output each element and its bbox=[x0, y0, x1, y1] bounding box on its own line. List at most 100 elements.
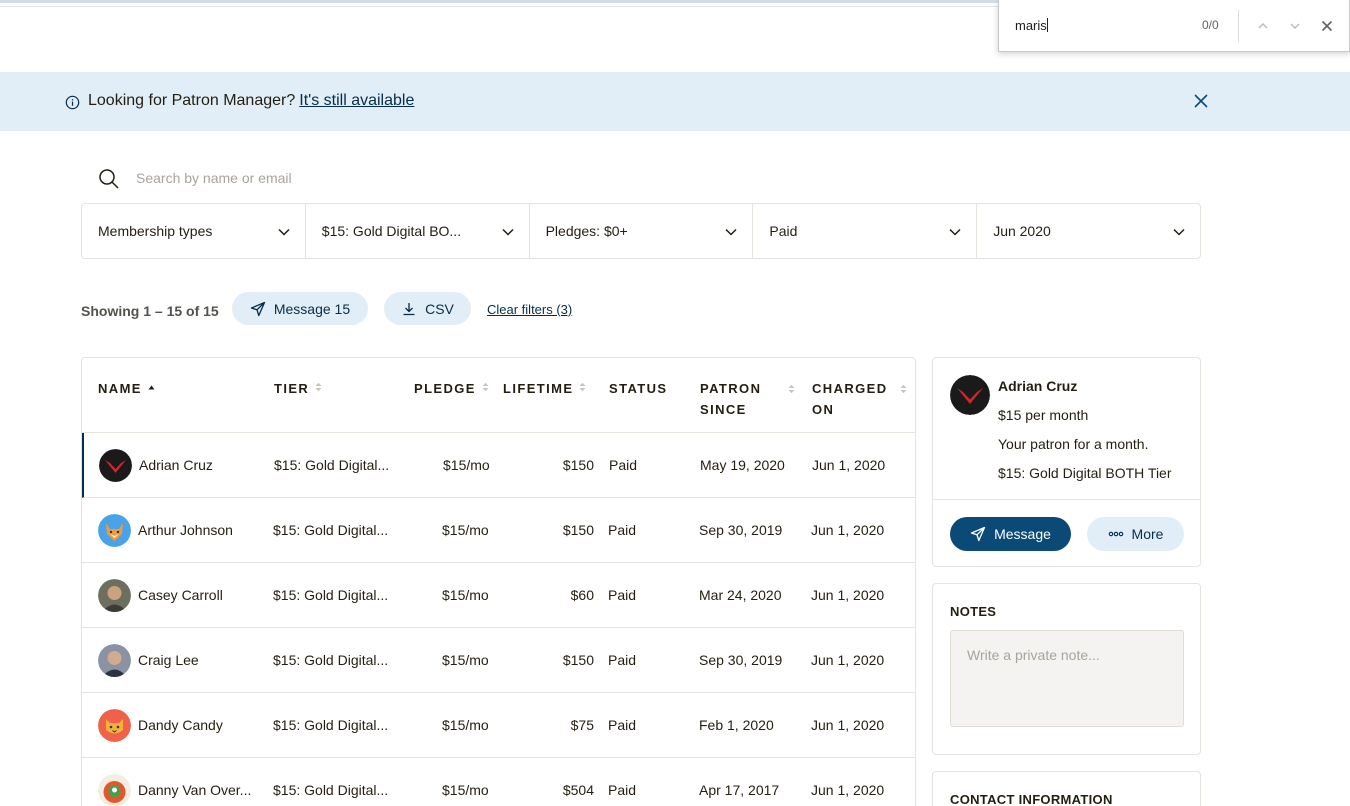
cat-avatar-icon bbox=[98, 709, 131, 742]
filter-label: Membership types bbox=[98, 223, 213, 239]
filter-status[interactable]: Paid bbox=[753, 204, 978, 258]
message-all-button[interactable]: Message 15 bbox=[232, 292, 368, 325]
lifetime: $504 bbox=[562, 782, 594, 798]
sort-icon bbox=[579, 382, 586, 392]
person-photo-avatar-icon bbox=[98, 644, 131, 677]
lifetime: $75 bbox=[570, 717, 594, 733]
column-header-name[interactable]: NAME bbox=[98, 378, 155, 399]
patron-name[interactable]: Danny Van Over... bbox=[138, 782, 251, 798]
notes-title: NOTES bbox=[950, 604, 997, 619]
banner-message: Looking for Patron Manager? It's still av… bbox=[88, 92, 414, 110]
banner-close-icon[interactable] bbox=[1191, 91, 1211, 111]
pledge: $15/mo bbox=[442, 652, 489, 668]
table-row[interactable]: Adrian Cruz $15: Gold Digital... $15/mo … bbox=[82, 433, 915, 498]
sort-icon bbox=[482, 382, 489, 392]
column-header-lifetime[interactable]: LIFETIME bbox=[503, 378, 586, 399]
patron-name[interactable]: Adrian Cruz bbox=[139, 457, 213, 473]
table-row[interactable]: Craig Lee $15: Gold Digital... $15/mo $1… bbox=[82, 628, 915, 693]
search-bar bbox=[81, 160, 1201, 196]
search-input[interactable] bbox=[136, 166, 736, 190]
contact-information-card: CONTACT INFORMATION bbox=[932, 771, 1201, 806]
filter-membership-types[interactable]: Membership types bbox=[82, 204, 306, 258]
patron-name[interactable]: Arthur Johnson bbox=[138, 522, 233, 538]
person-photo-avatar-icon bbox=[98, 579, 131, 612]
banner-link[interactable]: It's still available bbox=[299, 92, 414, 109]
status: Paid bbox=[608, 522, 637, 538]
tier: $15: Gold Digital... bbox=[273, 782, 389, 798]
browser-divider bbox=[0, 6, 1000, 7]
find-input[interactable]: maris bbox=[1015, 18, 1048, 33]
find-previous-button[interactable] bbox=[1251, 14, 1275, 38]
info-icon bbox=[65, 95, 80, 110]
patron-since: Feb 1, 2020 bbox=[699, 717, 774, 733]
patron-since: May 19, 2020 bbox=[700, 457, 785, 473]
patron-name[interactable]: Dandy Candy bbox=[138, 717, 223, 733]
chevron-down-icon bbox=[502, 228, 514, 236]
red-logo-avatar-icon bbox=[99, 449, 132, 482]
message-patron-button[interactable]: Message bbox=[950, 517, 1071, 551]
filter-month[interactable]: Jun 2020 bbox=[977, 204, 1200, 258]
patron-detail-card: Adrian Cruz $15 per month Your patron fo… bbox=[932, 357, 1201, 567]
patron-since: Mar 24, 2020 bbox=[699, 587, 782, 603]
filter-label: Paid bbox=[769, 223, 798, 239]
table-header: NAME TIER PLEDGE LIFETIME STATUS PATRON S… bbox=[82, 358, 915, 433]
status: Paid bbox=[608, 782, 637, 798]
avatar bbox=[99, 449, 132, 482]
tier: $15: Gold Digital... bbox=[274, 457, 390, 473]
column-header-charged-on[interactable]: CHARGED ON bbox=[812, 378, 912, 420]
table-row[interactable]: Dandy Candy $15: Gold Digital... $15/mo … bbox=[82, 693, 915, 758]
column-header-tier[interactable]: TIER bbox=[274, 378, 322, 399]
patron-duration: Your patron for a month. bbox=[998, 436, 1149, 452]
chevron-down-icon bbox=[1173, 228, 1185, 236]
patron-name[interactable]: Casey Carroll bbox=[138, 587, 223, 603]
patron-name: Adrian Cruz bbox=[998, 378, 1078, 394]
csv-download-button[interactable]: CSV bbox=[384, 292, 471, 325]
search-icon bbox=[99, 169, 119, 189]
download-icon bbox=[403, 302, 415, 315]
send-icon bbox=[970, 526, 986, 542]
message-all-label: Message 15 bbox=[273, 300, 351, 317]
patron-since: Apr 17, 2017 bbox=[699, 782, 780, 798]
filter-pledges[interactable]: Pledges: $0+ bbox=[530, 204, 754, 258]
table-row[interactable]: Arthur Johnson $15: Gold Digital... $15/… bbox=[82, 498, 915, 563]
patron-tier: $15: Gold Digital BOTH Tier bbox=[998, 465, 1172, 481]
charged-on: Jun 1, 2020 bbox=[811, 717, 885, 733]
lifetime: $150 bbox=[562, 652, 594, 668]
close-icon bbox=[1321, 20, 1333, 32]
tier: $15: Gold Digital... bbox=[273, 522, 389, 538]
results-count: Showing 1 – 15 of 15 bbox=[81, 303, 219, 319]
column-header-pledge[interactable]: PLEDGE bbox=[414, 378, 489, 399]
private-note-input[interactable] bbox=[950, 630, 1184, 727]
filter-tier[interactable]: $15: Gold Digital BO... bbox=[306, 204, 530, 258]
patron-name[interactable]: Craig Lee bbox=[138, 652, 199, 668]
cartoon-avatar-icon bbox=[98, 774, 131, 806]
more-options-button[interactable]: More bbox=[1087, 517, 1184, 551]
column-header-patron-since[interactable]: PATRON SINCE bbox=[700, 378, 800, 420]
find-next-button[interactable] bbox=[1283, 14, 1307, 38]
red-logo-avatar-icon bbox=[950, 375, 990, 415]
table-row[interactable]: Danny Van Over... $15: Gold Digital... $… bbox=[82, 758, 915, 806]
banner-text: Looking for Patron Manager? bbox=[88, 92, 296, 109]
chevron-down-icon bbox=[1290, 23, 1300, 30]
patron-since: Sep 30, 2019 bbox=[699, 652, 783, 668]
pledge: $15/mo bbox=[443, 457, 490, 473]
chevron-up-icon bbox=[1258, 22, 1268, 29]
sort-ascending-icon bbox=[148, 385, 155, 390]
tier: $15: Gold Digital... bbox=[273, 652, 389, 668]
avatar bbox=[98, 709, 131, 742]
table-row[interactable]: Casey Carroll $15: Gold Digital... $15/m… bbox=[82, 563, 915, 628]
find-close-button[interactable] bbox=[1315, 14, 1339, 38]
filter-label: Jun 2020 bbox=[993, 223, 1051, 239]
patron-avatar bbox=[950, 375, 990, 415]
info-banner: Looking for Patron Manager? It's still av… bbox=[0, 72, 1350, 131]
pledge: $15/mo bbox=[442, 717, 489, 733]
avatar bbox=[98, 644, 131, 677]
find-bar: maris 0/0 bbox=[998, 0, 1350, 52]
sort-icon bbox=[900, 384, 907, 394]
pledge: $15/mo bbox=[442, 522, 489, 538]
patron-since: Sep 30, 2019 bbox=[699, 522, 783, 538]
chevron-down-icon bbox=[725, 228, 737, 236]
charged-on: Jun 1, 2020 bbox=[812, 457, 886, 473]
avatar bbox=[98, 514, 131, 547]
clear-filters-link[interactable]: Clear filters (3) bbox=[487, 302, 572, 317]
